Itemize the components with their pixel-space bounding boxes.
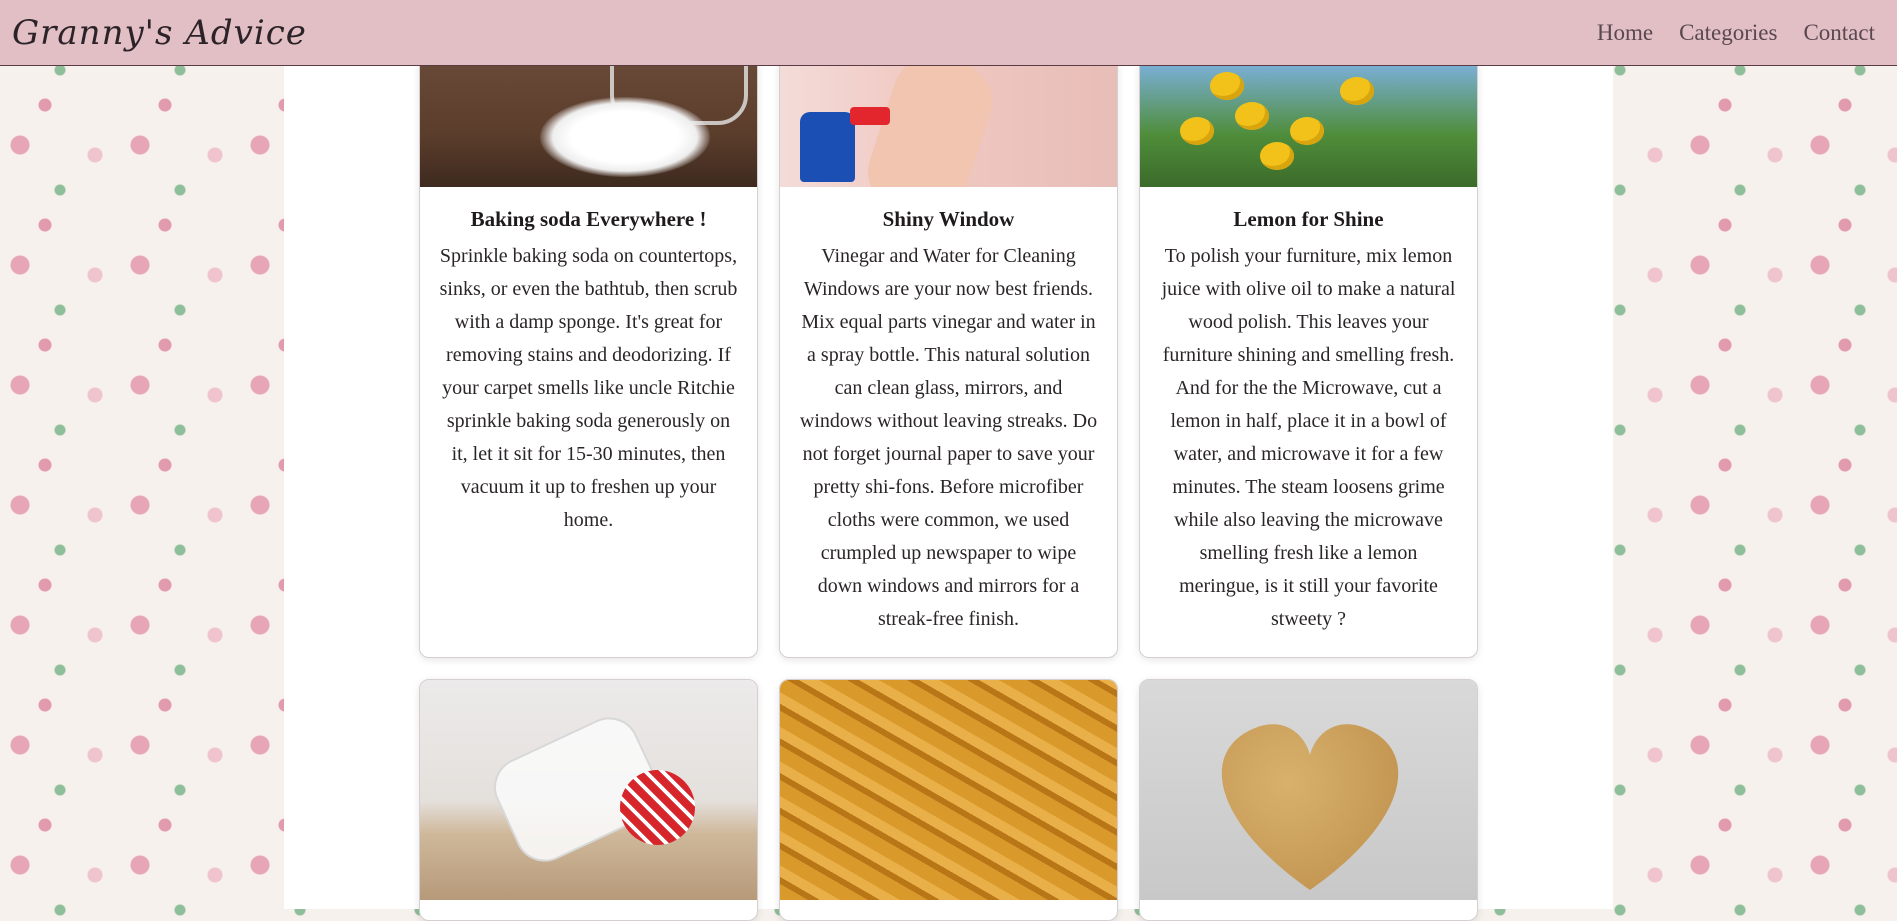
card-title: Baking soda Everywhere ! — [470, 207, 707, 231]
main-content: Baking soda Everywhere ! Sprinkle baking… — [284, 56, 1613, 921]
advice-card-shiny-window[interactable]: Shiny Window Vinegar and Water for Clean… — [779, 56, 1118, 658]
window-spray-image — [780, 57, 1117, 187]
advice-card-potato[interactable] — [1139, 679, 1478, 921]
nav-link-contact[interactable]: Contact — [1803, 20, 1875, 46]
navbar: Granny's Advice Home Categories Contact — [0, 0, 1897, 66]
corn-cobs-image — [780, 680, 1117, 900]
nav-links: Home Categories Contact — [1597, 20, 1875, 46]
card-title: Shiny Window — [882, 207, 1015, 231]
card-text: Sprinkle baking soda on countertops, sin… — [439, 245, 738, 531]
brand-logo[interactable]: Granny's Advice — [12, 13, 307, 53]
heart-potato-image — [1140, 680, 1477, 900]
salt-shaker-image — [420, 680, 757, 900]
nav-link-home[interactable]: Home — [1597, 20, 1653, 46]
advice-card-lemon[interactable]: Lemon for Shine To polish your furniture… — [1139, 56, 1478, 658]
card-text: To polish your furniture, mix lemon juic… — [1161, 245, 1456, 630]
baking-soda-image — [420, 57, 757, 187]
nav-link-categories[interactable]: Categories — [1679, 20, 1777, 46]
advice-grid: Baking soda Everywhere ! Sprinkle baking… — [419, 56, 1478, 921]
advice-card-corn[interactable] — [779, 679, 1118, 921]
advice-card-baking-soda[interactable]: Baking soda Everywhere ! Sprinkle baking… — [419, 56, 758, 658]
card-text: Vinegar and Water for Cleaning Windows a… — [799, 245, 1098, 630]
advice-card-salt[interactable] — [419, 679, 758, 921]
lemon-tree-image — [1140, 57, 1477, 187]
card-title: Lemon for Shine — [1233, 207, 1384, 231]
